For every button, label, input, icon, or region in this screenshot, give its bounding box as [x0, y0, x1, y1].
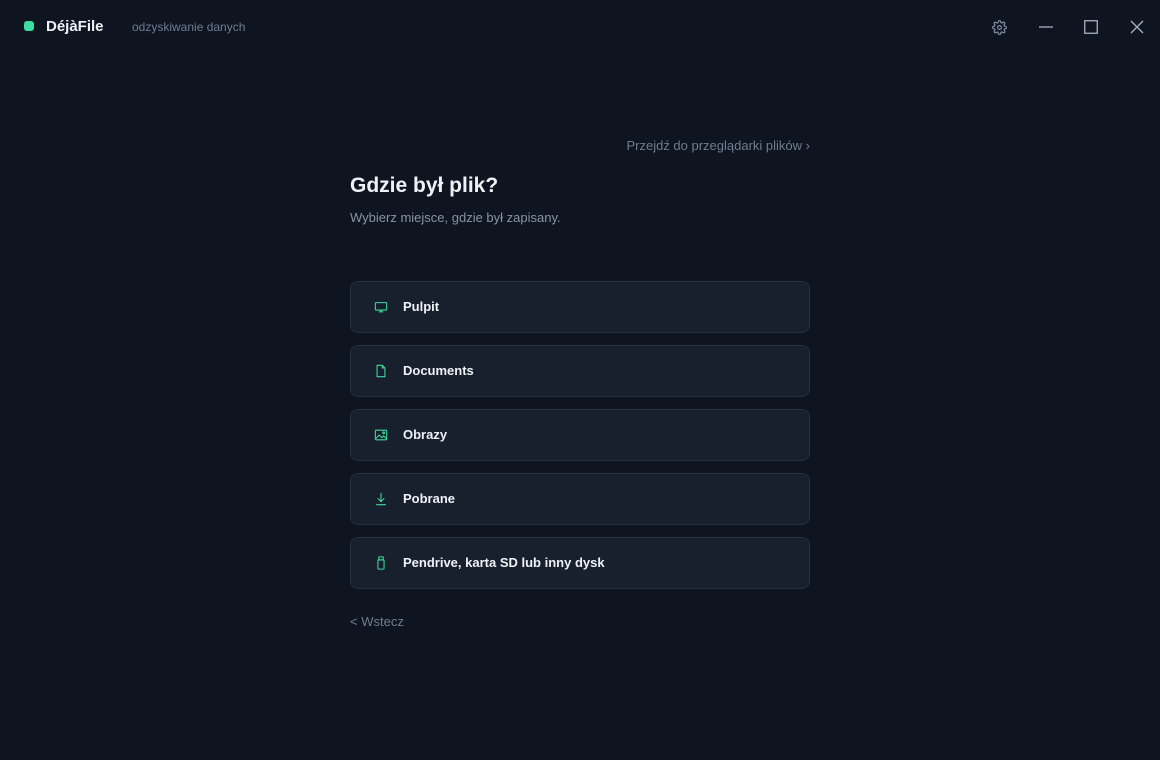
image-icon [373, 427, 389, 443]
location-label: Pobrane [403, 491, 456, 506]
location-label: Pendrive, karta SD lub inny dysk [403, 555, 605, 570]
page-subtitle: Wybierz miejsce, gdzie był zapisany. [350, 210, 561, 225]
location-label: Documents [403, 363, 474, 378]
app-logo-icon [24, 21, 34, 31]
usb-drive-icon [373, 555, 389, 571]
app-name: DéjàFile [46, 18, 104, 35]
minimize-icon [1039, 20, 1053, 34]
file-browser-link[interactable]: Przejdź do przeglądarki plików › [626, 138, 810, 153]
title-bar: DéjàFile odzyskiwanie danych [0, 0, 1160, 54]
document-icon [373, 363, 389, 379]
app-subtitle: odzyskiwanie danych [132, 20, 246, 34]
back-link[interactable]: < Wstecz [350, 614, 404, 629]
location-label: Obrazy [403, 427, 448, 442]
app-window: DéjàFile odzyskiwanie danych Przejdź do … [0, 0, 1160, 760]
location-pictures-button[interactable]: Obrazy [350, 409, 810, 461]
location-desktop-button[interactable]: Pulpit [350, 281, 810, 333]
download-icon [373, 491, 389, 507]
maximize-button[interactable] [1080, 16, 1102, 38]
close-icon [1130, 20, 1144, 34]
maximize-icon [1084, 20, 1098, 34]
location-list: Pulpit Documents Obrazy Pobrane Pendrive… [350, 281, 810, 601]
location-label: Pulpit [403, 299, 440, 314]
minimize-button[interactable] [1035, 16, 1057, 38]
location-downloads-button[interactable]: Pobrane [350, 473, 810, 525]
close-button[interactable] [1126, 16, 1148, 38]
monitor-icon [373, 299, 389, 315]
settings-button[interactable] [988, 16, 1010, 38]
page-title: Gdzie był plik? [350, 174, 499, 197]
location-removable-drive-button[interactable]: Pendrive, karta SD lub inny dysk [350, 537, 810, 589]
location-documents-button[interactable]: Documents [350, 345, 810, 397]
gear-icon [991, 19, 1007, 35]
